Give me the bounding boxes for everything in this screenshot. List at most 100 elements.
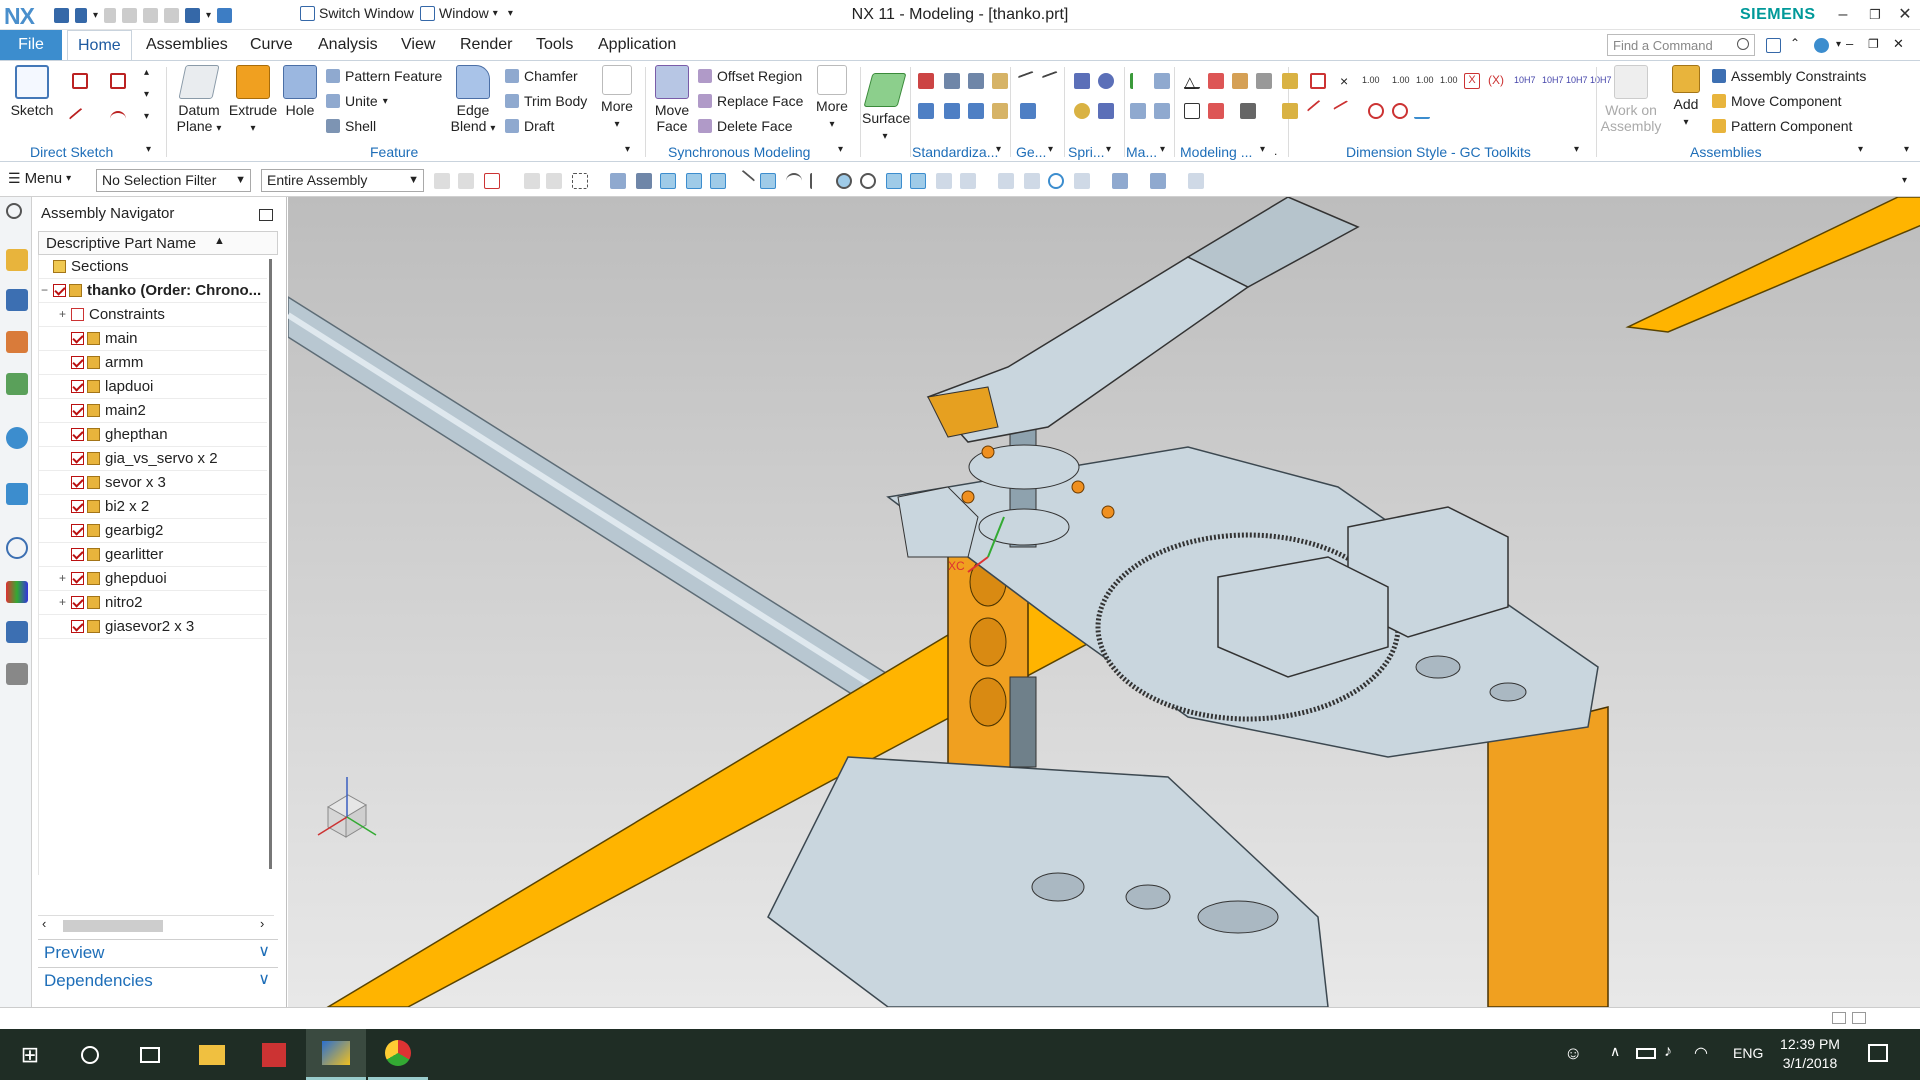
network-icon[interactable]: ◠ xyxy=(1694,1043,1708,1063)
rotate-icon[interactable] xyxy=(1048,173,1064,189)
tab-render[interactable]: Render xyxy=(450,30,522,60)
tree-row[interactable]: ghepthan xyxy=(39,423,273,447)
view-options-icon[interactable] xyxy=(1188,173,1204,189)
dim-angle-icon[interactable] xyxy=(1333,100,1355,122)
task-view-button[interactable] xyxy=(120,1029,180,1080)
fit-view-icon[interactable] xyxy=(998,173,1014,189)
gear-tool-icon[interactable] xyxy=(1017,70,1039,92)
file-tab[interactable]: File xyxy=(0,30,62,60)
assemblies-options-icon[interactable]: ▾ xyxy=(1858,144,1863,155)
minimize-button[interactable]: – xyxy=(1826,3,1860,27)
edge-blend-button[interactable]: Edge Blend ▾ xyxy=(450,65,496,134)
visibility-checkbox[interactable] xyxy=(71,572,84,585)
mold-tool-icon[interactable] xyxy=(1154,73,1170,89)
lower-shaft[interactable] xyxy=(1009,676,1037,768)
datum-plane-button[interactable]: Datum Plane ▾ xyxy=(174,65,224,134)
tree-row[interactable]: sevor x 3 xyxy=(39,471,273,495)
sketch-more-down-icon[interactable]: ▾ xyxy=(144,89,149,100)
qat-customize-icon[interactable]: ▾ xyxy=(508,8,513,19)
status-icon[interactable] xyxy=(1832,1012,1846,1024)
redo-icon[interactable] xyxy=(104,7,117,23)
modeling-tool-5-icon[interactable] xyxy=(1208,103,1224,119)
dependencies-panel-header[interactable]: Dependencies ∨ xyxy=(38,967,278,993)
standard-part-3-icon[interactable] xyxy=(968,73,984,89)
dim-paren-x-icon[interactable]: (X) xyxy=(1488,73,1504,87)
modeling-options-icon[interactable]: ▾ xyxy=(1260,144,1265,155)
unite-button[interactable]: Unite ▾ xyxy=(326,93,388,109)
visibility-checkbox[interactable] xyxy=(71,428,84,441)
find-command-input[interactable]: Find a Command xyxy=(1607,34,1755,56)
visibility-checkbox[interactable] xyxy=(71,500,84,513)
tree-row[interactable]: armm xyxy=(39,351,273,375)
dimension-icon[interactable] xyxy=(1310,73,1326,89)
sync-more-button[interactable]: More ▾ xyxy=(812,65,852,130)
work-on-assembly-button[interactable]: Work on Assembly xyxy=(1600,65,1662,134)
constraint-navigator-icon[interactable] xyxy=(6,289,28,311)
standard-part-4-icon[interactable] xyxy=(992,73,1008,89)
model-view[interactable]: XC xyxy=(288,197,1920,1007)
window-menu-button[interactable]: Window ▾ ▾ xyxy=(420,5,513,21)
dim-fit-3-icon[interactable]: 10H7 xyxy=(1566,75,1588,85)
midpoint-snap-icon[interactable] xyxy=(760,173,776,189)
spring-2-icon[interactable] xyxy=(1098,73,1114,89)
standardiza-options-icon[interactable]: ▾ xyxy=(996,144,1001,155)
tree-row[interactable]: lapduoi xyxy=(39,375,273,399)
sketch-more-up-icon[interactable]: ▴ xyxy=(144,67,149,78)
arc-snap-icon[interactable] xyxy=(786,173,802,189)
history-icon[interactable] xyxy=(6,483,28,505)
center-snap-icon[interactable] xyxy=(836,173,852,189)
file-explorer-button[interactable] xyxy=(182,1029,242,1080)
expand-toggle-icon[interactable]: + xyxy=(59,595,66,609)
delete-face-button[interactable]: Delete Face xyxy=(698,118,792,134)
sync-options-icon[interactable]: ▾ xyxy=(838,144,843,155)
curve-snap-icon[interactable] xyxy=(710,173,726,189)
tree-row[interactable]: gia_vs_servo x 2 xyxy=(39,447,273,471)
edge-snap-icon[interactable] xyxy=(686,173,702,189)
modeling-tool-4-icon[interactable] xyxy=(1184,103,1200,119)
roles-icon[interactable] xyxy=(6,663,28,685)
point-on-surface-icon[interactable] xyxy=(936,173,952,189)
spring-icon[interactable] xyxy=(1074,73,1090,89)
draft-button[interactable]: Draft xyxy=(505,118,554,134)
dimension-2-icon[interactable] xyxy=(1306,99,1330,123)
language-indicator[interactable]: ENG xyxy=(1733,1045,1763,1061)
selbar-options-icon[interactable]: ▾ xyxy=(1902,175,1907,186)
move-face-button[interactable]: Move Face xyxy=(652,65,692,134)
people-icon[interactable]: ☺ xyxy=(1564,1043,1582,1064)
tree-row[interactable]: giasevor2 x 3 xyxy=(39,615,273,639)
toolkit-2-icon[interactable] xyxy=(1282,103,1298,119)
sketch-gallery-icon[interactable]: ▾ xyxy=(144,111,149,122)
part-navigator-icon[interactable] xyxy=(6,331,28,353)
visibility-checkbox[interactable] xyxy=(53,284,66,297)
dim-style-options-icon[interactable]: ▾ xyxy=(1574,144,1579,155)
show-hide-icon[interactable] xyxy=(1150,173,1166,189)
visibility-checkbox[interactable] xyxy=(71,380,84,393)
tree-root[interactable]: − thanko (Order: Chrono... xyxy=(39,279,273,303)
standard-part-icon[interactable] xyxy=(918,73,934,89)
sketch-button[interactable]: Sketch xyxy=(10,65,54,118)
visibility-checkbox[interactable] xyxy=(71,548,84,561)
assembly-navigator-icon[interactable] xyxy=(6,249,28,271)
body-filter-icon[interactable] xyxy=(610,173,626,189)
clock-icon[interactable] xyxy=(6,537,28,559)
tree-row[interactable]: main2 xyxy=(39,399,273,423)
tree-row[interactable]: gearlitter xyxy=(39,543,273,567)
app-button[interactable] xyxy=(244,1029,304,1080)
visibility-checkbox[interactable] xyxy=(71,332,84,345)
side-frame-right[interactable] xyxy=(1487,706,1609,1007)
offset-region-button[interactable]: Offset Region xyxy=(698,68,802,84)
line-icon[interactable] xyxy=(68,107,92,131)
standard-part-5-icon[interactable] xyxy=(918,103,934,119)
navigator-vertical-scrollbar[interactable] xyxy=(267,255,275,875)
battery-icon[interactable] xyxy=(1636,1048,1656,1059)
tangent-snap-icon[interactable] xyxy=(810,173,826,189)
mold-check-icon[interactable] xyxy=(1130,73,1146,89)
tab-tools[interactable]: Tools xyxy=(526,30,583,60)
scroll-left-icon[interactable]: ‹ xyxy=(42,916,46,931)
assembly-constraints-button[interactable]: Assembly Constraints xyxy=(1712,68,1866,84)
pattern-feature-button[interactable]: Pattern Feature xyxy=(326,68,442,84)
replace-face-button[interactable]: Replace Face xyxy=(698,93,803,109)
tab-home[interactable]: Home xyxy=(67,30,132,60)
spri-options-icon[interactable]: ▾ xyxy=(1106,144,1111,155)
doc-restore-button[interactable]: ❐ xyxy=(1868,37,1883,52)
